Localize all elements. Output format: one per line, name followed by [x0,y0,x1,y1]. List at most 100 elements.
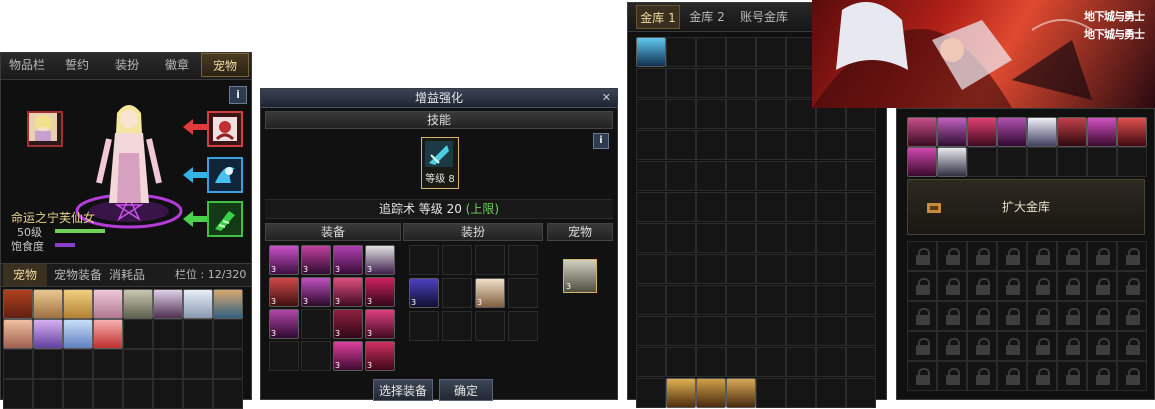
equipment-item[interactable]: 3 [301,277,331,307]
empty-slot[interactable] [696,316,726,346]
empty-slot[interactable] [726,254,756,284]
empty-slot[interactable] [696,285,726,315]
empty-slot[interactable] [63,349,93,379]
empty-slot[interactable] [786,130,816,160]
empty-slot[interactable] [726,130,756,160]
empty-slot[interactable] [726,285,756,315]
empty-slot[interactable] [666,161,696,191]
vault-item[interactable] [967,117,997,147]
empty-slot[interactable] [726,37,756,67]
pet-equip-slot-red[interactable] [207,111,243,147]
vault-item[interactable] [907,147,937,177]
empty-slot[interactable] [123,349,153,379]
empty-slot[interactable] [726,161,756,191]
empty-slot[interactable] [442,278,472,308]
empty-slot[interactable] [442,311,472,341]
empty-slot[interactable] [786,161,816,191]
empty-slot[interactable] [269,341,299,371]
vault-item[interactable] [1087,117,1117,147]
empty-slot[interactable] [3,349,33,379]
avatar-item[interactable]: 3 [409,278,439,308]
empty-slot[interactable] [636,192,666,222]
tab-pet[interactable]: 宠物 [201,53,249,77]
empty-slot[interactable] [756,378,786,408]
empty-slot[interactable] [726,316,756,346]
vault-item[interactable] [1057,117,1087,147]
empty-slot[interactable] [726,347,756,377]
tab-vault-1[interactable]: 金库 1 [636,5,680,29]
empty-slot[interactable] [301,341,331,371]
subtab-consumables[interactable]: 消耗品 [107,264,147,286]
empty-slot[interactable] [997,147,1027,177]
empty-slot[interactable] [786,378,816,408]
close-icon[interactable]: ✕ [602,89,611,107]
equipment-item[interactable]: 3 [301,245,331,275]
empty-slot[interactable] [636,99,666,129]
empty-slot[interactable] [786,254,816,284]
empty-slot[interactable] [636,161,666,191]
empty-slot[interactable] [756,347,786,377]
empty-slot[interactable] [756,316,786,346]
vault-item[interactable] [1027,117,1057,147]
empty-slot[interactable] [756,37,786,67]
empty-slot[interactable] [696,68,726,98]
equipment-item[interactable]: 3 [333,245,363,275]
info-button[interactable]: i [229,86,247,104]
empty-slot[interactable] [816,285,846,315]
empty-slot[interactable] [475,311,505,341]
vault-item[interactable] [726,378,756,408]
pet-item[interactable] [93,289,123,319]
empty-slot[interactable] [409,245,439,275]
subtab-pet-equipment[interactable]: 宠物装备 [51,264,105,286]
empty-slot[interactable] [726,99,756,129]
empty-slot[interactable] [696,347,726,377]
pet-item[interactable] [63,319,93,349]
empty-slot[interactable] [666,99,696,129]
empty-slot[interactable] [756,285,786,315]
empty-slot[interactable] [756,130,786,160]
vault-item[interactable] [1117,117,1147,147]
pet-item[interactable] [63,289,93,319]
empty-slot[interactable] [816,378,846,408]
empty-slot[interactable] [696,223,726,253]
empty-slot[interactable] [816,347,846,377]
empty-slot[interactable] [967,147,997,177]
empty-slot[interactable] [666,68,696,98]
empty-slot[interactable] [846,161,876,191]
empty-slot[interactable] [816,161,846,191]
pet-item[interactable] [93,319,123,349]
empty-slot[interactable] [636,130,666,160]
empty-slot[interactable] [213,349,243,379]
pet-item[interactable] [123,289,153,319]
empty-slot[interactable] [846,378,876,408]
vault-item[interactable] [636,37,666,67]
pet-item[interactable] [3,289,33,319]
empty-slot[interactable] [816,254,846,284]
empty-slot[interactable] [409,311,439,341]
empty-slot[interactable] [786,192,816,222]
empty-slot[interactable] [726,192,756,222]
empty-slot[interactable] [508,311,538,341]
empty-slot[interactable] [756,161,786,191]
equipment-item[interactable]: 3 [333,277,363,307]
skill-slot[interactable]: 等级 8 [421,137,459,189]
empty-slot[interactable] [508,278,538,308]
empty-slot[interactable] [786,347,816,377]
empty-slot[interactable] [756,254,786,284]
equipment-item[interactable]: 3 [269,245,299,275]
empty-slot[interactable] [696,37,726,67]
empty-slot[interactable] [636,285,666,315]
empty-slot[interactable] [846,130,876,160]
empty-slot[interactable] [696,254,726,284]
empty-slot[interactable] [846,316,876,346]
pet-slot[interactable]: 3 [563,259,597,293]
empty-slot[interactable] [696,130,726,160]
empty-slot[interactable] [666,285,696,315]
subtab-pets[interactable]: 宠物 [3,264,47,286]
equipment-item[interactable]: 3 [269,277,299,307]
empty-slot[interactable] [846,347,876,377]
empty-slot[interactable] [756,192,786,222]
empty-slot[interactable] [1117,147,1147,177]
equipment-item[interactable]: 3 [269,309,299,339]
empty-slot[interactable] [756,99,786,129]
